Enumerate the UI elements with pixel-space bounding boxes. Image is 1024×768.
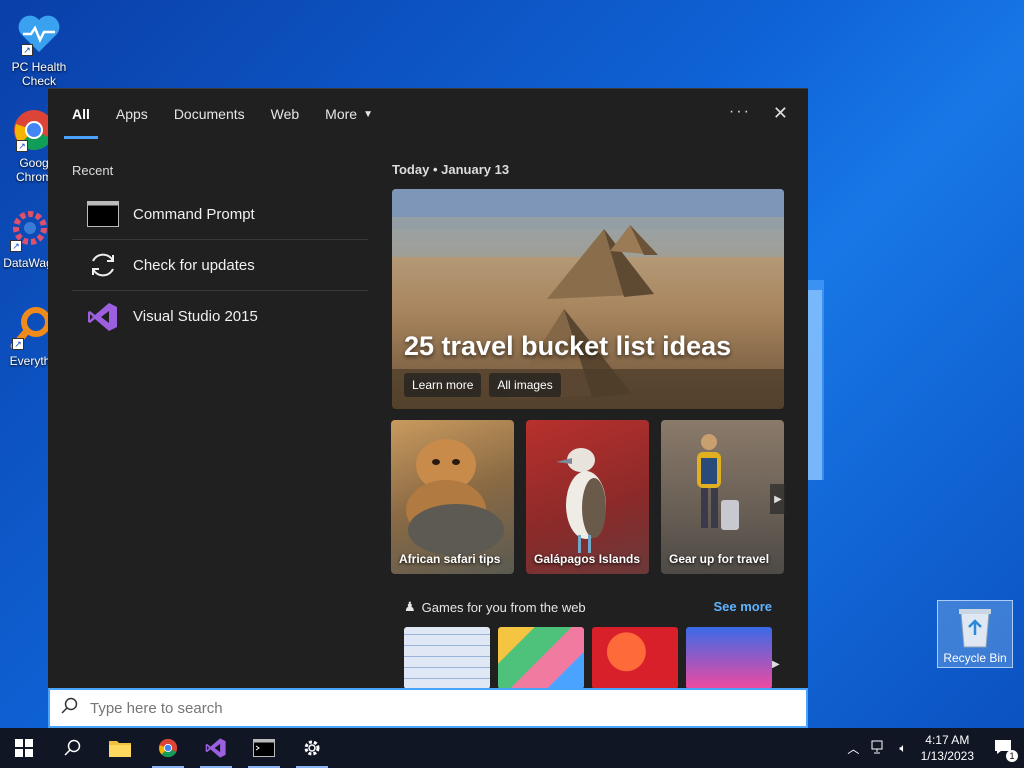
search-icon — [64, 739, 81, 756]
tab-label: All — [72, 106, 90, 122]
card-gear-up[interactable]: Gear up for travel — [661, 420, 784, 574]
action-center-icon[interactable]: 1 — [994, 739, 1018, 762]
recent-list: Command Prompt Check for updates Visual … — [72, 189, 368, 342]
clock[interactable]: 4:17 AM 1/13/2023 — [921, 732, 974, 764]
chevron-up-icon[interactable]: ︿ — [847, 740, 859, 757]
tab-documents[interactable]: Documents — [174, 89, 245, 139]
clock-time: 4:17 AM — [925, 733, 970, 747]
command-prompt-icon — [87, 198, 119, 230]
game-sudoku[interactable] — [404, 627, 490, 689]
tab-web[interactable]: Web — [271, 89, 300, 139]
lion-cub-image — [406, 439, 504, 556]
gear-icon — [304, 740, 320, 756]
tab-apps[interactable]: Apps — [116, 89, 148, 139]
hero-card[interactable]: 25 travel bucket list ideas Learn more A… — [392, 189, 784, 409]
taskbar-command-prompt[interactable] — [240, 728, 288, 768]
recent-heading: Recent — [72, 163, 114, 178]
gear-cluster-icon: ↗ — [4, 206, 52, 254]
today-heading: Today • January 13 — [392, 162, 509, 177]
search-icon — [60, 697, 78, 720]
search-input[interactable] — [90, 699, 690, 717]
game-controller-icon: ♟ — [404, 599, 416, 614]
game-bubbles[interactable] — [592, 627, 678, 689]
searchbar[interactable] — [48, 688, 808, 728]
recent-item-check-for-updates[interactable]: Check for updates — [72, 240, 368, 291]
network-icon[interactable] — [871, 740, 887, 757]
folder-icon — [109, 741, 131, 757]
card-galapagos[interactable]: Galápagos Islands — [526, 420, 649, 574]
command-prompt-icon — [253, 739, 275, 757]
card-label: Gear up for travel — [669, 552, 770, 566]
tab-more[interactable]: More ▼ — [325, 89, 373, 139]
cards-next-arrow-icon[interactable]: ▶ — [770, 484, 786, 514]
game-blocks[interactable] — [498, 627, 584, 689]
card-row: African safari tips Galápagos Islands Ge… — [391, 420, 784, 574]
recent-item-label: Command Prompt — [133, 205, 255, 223]
hero-title: 25 travel bucket list ideas — [404, 331, 732, 361]
recent-item-command-prompt[interactable]: Command Prompt — [72, 189, 368, 240]
taskbar-chrome[interactable] — [144, 728, 192, 768]
visual-studio-icon — [87, 301, 119, 333]
shortcut-arrow-icon: ↗ — [12, 338, 24, 350]
desktop-icon-recycle-bin[interactable]: Recycle Bin — [937, 600, 1013, 668]
heart-monitor-icon: ↗ — [15, 10, 63, 58]
games-heading: ♟ Games for you from the web — [404, 599, 586, 615]
refresh-icon — [87, 249, 119, 281]
traveler-image — [697, 434, 739, 530]
shortcut-arrow-icon: ↗ — [21, 44, 33, 56]
card-african-safari[interactable]: African safari tips — [391, 420, 514, 574]
card-label: Galápagos Islands — [534, 552, 641, 566]
wallpaper-light-2 — [808, 290, 822, 480]
windows-logo-icon — [15, 739, 33, 757]
tab-label: Apps — [115, 106, 148, 122]
system-tray: ︿ 🔈︎ 4:17 AM 1/13/2023 1 — [841, 728, 1024, 768]
games-heading-label: Games for you from the web — [421, 599, 586, 615]
close-icon[interactable]: ✕ — [773, 103, 788, 124]
recent-item-label: Visual Studio 2015 — [133, 308, 258, 325]
notification-count-badge: 1 — [1006, 749, 1018, 762]
taskbar: ︿ 🔈︎ 4:17 AM 1/13/2023 1 — [0, 728, 1024, 768]
clock-date: 1/13/2023 — [920, 749, 974, 763]
all-images-button[interactable]: All images — [489, 373, 561, 397]
today-date: January 13 — [441, 162, 510, 177]
shortcut-arrow-icon: ↗ — [10, 240, 22, 252]
tab-label: More — [325, 106, 358, 122]
caret-down-icon: ▼ — [363, 108, 373, 120]
visual-studio-icon — [205, 738, 226, 758]
recycle-bin-label: Recycle Bin — [943, 651, 1007, 665]
recent-item-visual-studio[interactable]: Visual Studio 2015 — [72, 291, 368, 342]
game-pixel-cat[interactable] — [686, 627, 772, 689]
desktop-icon-pc-health-check[interactable]: ↗ PC Health Check — [4, 10, 74, 88]
learn-more-button[interactable]: Learn more — [404, 373, 482, 397]
volume-icon[interactable]: 🔈︎ — [899, 741, 906, 756]
magnifier-icon: ↗ — [6, 304, 54, 352]
taskbar-visual-studio[interactable] — [192, 728, 240, 768]
search-panel: All Apps Documents Web More ▼ ··· ✕ Recen… — [48, 88, 808, 689]
tab-all[interactable]: All — [64, 89, 98, 139]
recycle-bin-icon — [955, 605, 995, 649]
games-next-arrow-icon[interactable]: ▶ — [772, 659, 780, 670]
taskbar-file-explorer[interactable] — [96, 728, 144, 768]
bullet-separator: • — [432, 162, 442, 177]
taskbar-search-button[interactable] — [48, 728, 96, 768]
tab-label: Web — [270, 106, 300, 122]
chrome-icon — [158, 738, 178, 758]
booby-bird-image — [556, 448, 606, 553]
start-button[interactable] — [0, 728, 48, 768]
shortcut-arrow-icon: ↗ — [16, 140, 28, 152]
more-options-icon[interactable]: ··· — [729, 103, 751, 124]
taskbar-settings[interactable] — [288, 728, 336, 768]
desktop-icon-label: PC Health Check — [11, 60, 67, 88]
see-more-link[interactable]: See more — [713, 599, 772, 614]
games-row — [404, 627, 772, 689]
card-label: African safari tips — [399, 552, 501, 566]
search-tabs: All Apps Documents Web More ▼ — [48, 89, 808, 139]
tab-label: Documents — [173, 106, 245, 122]
today-label: Today — [392, 162, 430, 177]
recent-item-label: Check for updates — [133, 256, 255, 274]
